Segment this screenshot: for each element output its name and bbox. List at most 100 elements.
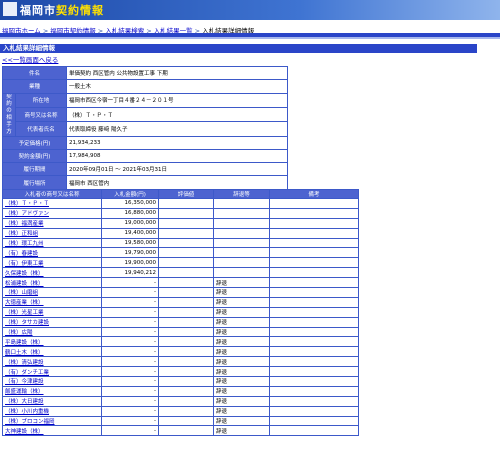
remarks-cell <box>270 337 358 347</box>
place-value: 福岡市 西区管内 <box>67 176 287 189</box>
back-to-list-link[interactable]: <<一覧画面へ戻る <box>2 54 58 64</box>
remarks-cell <box>270 248 358 258</box>
bid-amount-cell: - <box>102 307 158 317</box>
bidder-name-link[interactable]: （株）広陽 <box>5 330 33 336</box>
bidder-name-header: 入札者の商号又は名称 <box>3 190 101 198</box>
bidder-name-cell: （株）環工九州 <box>3 238 101 248</box>
bid-amount-cell: - <box>102 386 158 396</box>
bidder-name-link[interactable]: 松浦建設（株） <box>5 281 44 287</box>
table-row: （株）正和組 19,400,000 <box>3 228 358 238</box>
estimate-label: 予定価格(円) <box>3 136 67 149</box>
evaluation-cell <box>159 288 213 297</box>
bidder-name-link[interactable]: 平島建設（株） <box>5 340 44 346</box>
bidder-name-link[interactable]: （株）山磨組 <box>5 290 38 296</box>
bid-amount-cell: - <box>102 367 158 377</box>
remarks-cell <box>270 327 358 337</box>
withdrawal-cell <box>214 238 269 248</box>
bid-amount-cell: - <box>102 416 158 426</box>
withdrawal-cell: 辞退 <box>214 278 269 288</box>
bidder-name-link[interactable]: （株）福満産業 <box>5 221 44 227</box>
bidder-name-cell: 鶴口土木（株） <box>3 347 101 357</box>
bid-amount-cell: 19,940,212 <box>102 268 158 278</box>
remarks-header: 備考 <box>270 190 358 198</box>
withdrawal-cell: 辞退 <box>214 377 269 386</box>
withdrawal-cell: 辞退 <box>214 307 269 317</box>
bidder-name-cell: 松浦建設（株） <box>3 278 101 288</box>
bid-results-table: 入札者の商号又は名称 入札金額(円) 評価値 辞退等 備考 （株）Ｔ・Ｐ・Ｔ 16… <box>2 189 359 437</box>
bidder-name-link[interactable]: （有）今津建設 <box>5 379 44 385</box>
remarks-cell <box>270 367 358 377</box>
bidder-name-cell: （株）福満産業 <box>3 218 101 228</box>
bidder-name-link[interactable]: （株）光星工業 <box>5 310 44 316</box>
bidder-name-link[interactable]: （株）小川内重機 <box>5 409 49 415</box>
bidder-name-cell: 飯盛運輸（株） <box>3 386 101 396</box>
withdrawal-cell: 辞退 <box>214 337 269 347</box>
evaluation-cell <box>159 406 213 416</box>
remarks-cell <box>270 258 358 268</box>
bidder-name-link[interactable]: 鶴口土木（株） <box>5 350 44 356</box>
city-logo-icon[interactable] <box>3 2 17 16</box>
bidder-name-link[interactable]: （株）アドヴァン <box>5 211 49 217</box>
evaluation-cell <box>159 377 213 386</box>
table-row: （株）ブロコン福岡 - 辞退 <box>3 416 358 426</box>
bidder-name-link[interactable]: （株）タサカ建設 <box>5 320 49 326</box>
bidder-name-cell: （株）大日建設 <box>3 396 101 406</box>
bidder-name-cell: （株）アドヴァン <box>3 208 101 218</box>
bid-amount-cell: - <box>102 278 158 288</box>
bidder-name-link[interactable]: （株）正和組 <box>5 231 38 237</box>
bidder-name-link[interactable]: （株）ブロコン福岡 <box>5 419 55 425</box>
bid-amount-cell: 16,880,000 <box>102 208 158 218</box>
details-row-place: 履行場所 福岡市 西区管内 <box>3 176 287 189</box>
bidder-name-link[interactable]: （有）ダンチ工業 <box>5 370 49 376</box>
bidder-name-link[interactable]: 飯盛運輸（株） <box>5 389 44 395</box>
bidder-name-link[interactable]: （有）伊東工業 <box>5 261 44 267</box>
remarks-cell <box>270 208 358 218</box>
bidder-name-cell: （株）清弘建設 <box>3 357 101 367</box>
bid-amount-cell: - <box>102 288 158 297</box>
details-row-company: 商号又は名称 （株）Ｔ・Ｐ・Ｔ <box>3 107 287 122</box>
bidder-name-link[interactable]: 大徳産業（株） <box>5 300 44 306</box>
contract-party-group-label: 契約の相手方 <box>3 93 15 136</box>
remarks-cell <box>270 396 358 406</box>
bidder-name-link[interactable]: 久保建設（株） <box>5 271 44 277</box>
site-logo-text[interactable]: 福岡市契約情報 <box>20 2 104 18</box>
period-label: 履行期間 <box>3 163 67 176</box>
address-label: 所在地 <box>16 93 67 107</box>
table-row: （株）大日建設 - 辞退 <box>3 396 358 406</box>
withdrawal-cell: 辞退 <box>214 386 269 396</box>
bidder-name-cell: （株）正和組 <box>3 228 101 238</box>
evaluation-cell <box>159 367 213 377</box>
remarks-cell <box>270 238 358 248</box>
bidder-name-link[interactable]: （有）春建設 <box>5 251 38 257</box>
evaluation-cell <box>159 228 213 238</box>
divider-bar-light <box>0 37 500 39</box>
bid-amount-cell: - <box>102 297 158 307</box>
details-row-estimate: 予定価格(円) 21,934,233 <box>3 136 287 149</box>
project-label: 件名 <box>3 67 67 80</box>
bid-amount-cell: - <box>102 377 158 386</box>
bidder-name-link[interactable]: 大神建設（株） <box>5 429 44 435</box>
evaluation-cell <box>159 248 213 258</box>
evaluation-header: 評価値 <box>159 190 213 198</box>
bidder-name-link[interactable]: （株）大日建設 <box>5 399 44 405</box>
remarks-cell <box>270 288 358 297</box>
evaluation-cell <box>159 278 213 288</box>
bidder-name-link[interactable]: （株）環工九州 <box>5 241 44 247</box>
bidder-name-cell: 大神建設（株） <box>3 426 101 436</box>
address-value: 福岡市西区今宿一丁目４番２４－２０１号 <box>67 93 287 107</box>
table-row: 鶴口土木（株） - 辞退 <box>3 347 358 357</box>
details-row-period: 履行期間 2020年09月01日 ～ 2021年03月31日 <box>3 163 287 176</box>
bidder-name-link[interactable]: （株）清弘建設 <box>5 360 44 366</box>
bidder-name-link[interactable]: （株）Ｔ・Ｐ・Ｔ <box>5 201 49 207</box>
withdrawal-cell: 辞退 <box>214 416 269 426</box>
table-row: （株）アドヴァン 16,880,000 <box>3 208 358 218</box>
remarks-cell <box>270 426 358 436</box>
bidder-name-cell: （株）光星工業 <box>3 307 101 317</box>
bidder-name-cell: 大徳産業（株） <box>3 297 101 307</box>
table-row: （株）タサカ建設 - 辞退 <box>3 317 358 327</box>
remarks-cell <box>270 218 358 228</box>
table-row: 久保建設（株） 19,940,212 <box>3 268 358 278</box>
evaluation-cell <box>159 337 213 347</box>
table-row: （有）今津建設 - 辞退 <box>3 377 358 386</box>
withdrawal-cell <box>214 208 269 218</box>
